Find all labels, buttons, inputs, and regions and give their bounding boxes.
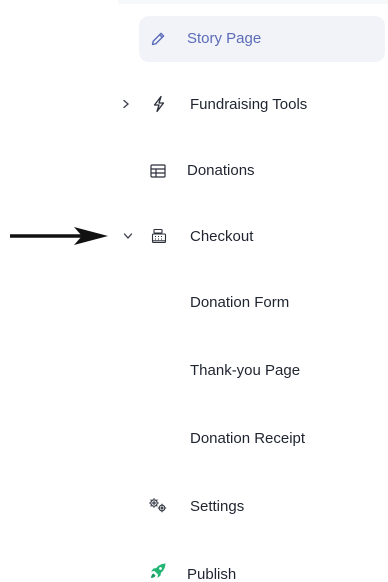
rocket-icon [149,562,167,580]
gears-icon [146,496,170,514]
nav-item-donations[interactable]: Donations [118,150,378,190]
nav-item-fundraising-tools[interactable]: Fundraising Tools [118,84,378,124]
pencil-icon [149,30,167,48]
nav-item-label: Story Page [187,30,262,47]
sub-item-donation-form[interactable]: Donation Form [190,294,289,311]
nav-item-label: Checkout [190,228,254,245]
nav-item-checkout[interactable]: Checkout [118,216,378,256]
sub-item-donation-receipt[interactable]: Donation Receipt [190,430,305,447]
sidebar-navigation: Story Page Fundraising Tools Donations C… [0,0,388,582]
top-edge [118,0,388,4]
nav-item-label: Donations [187,162,255,179]
table-icon [149,162,167,180]
nav-item-label: Settings [190,498,245,515]
nav-item-story-page[interactable]: Story Page [139,16,385,62]
chevron-right-icon[interactable] [120,98,132,110]
cash-register-icon [150,227,168,245]
chevron-down-icon[interactable] [122,230,134,242]
nav-item-publish[interactable]: Publish [118,554,378,582]
annotation-arrow [10,227,108,245]
nav-item-label: Publish [187,566,237,582]
sub-item-thank-you-page[interactable]: Thank-you Page [190,362,300,379]
lightning-icon [150,95,168,113]
nav-item-settings[interactable]: Settings [118,486,378,526]
nav-item-label: Fundraising Tools [190,96,308,113]
